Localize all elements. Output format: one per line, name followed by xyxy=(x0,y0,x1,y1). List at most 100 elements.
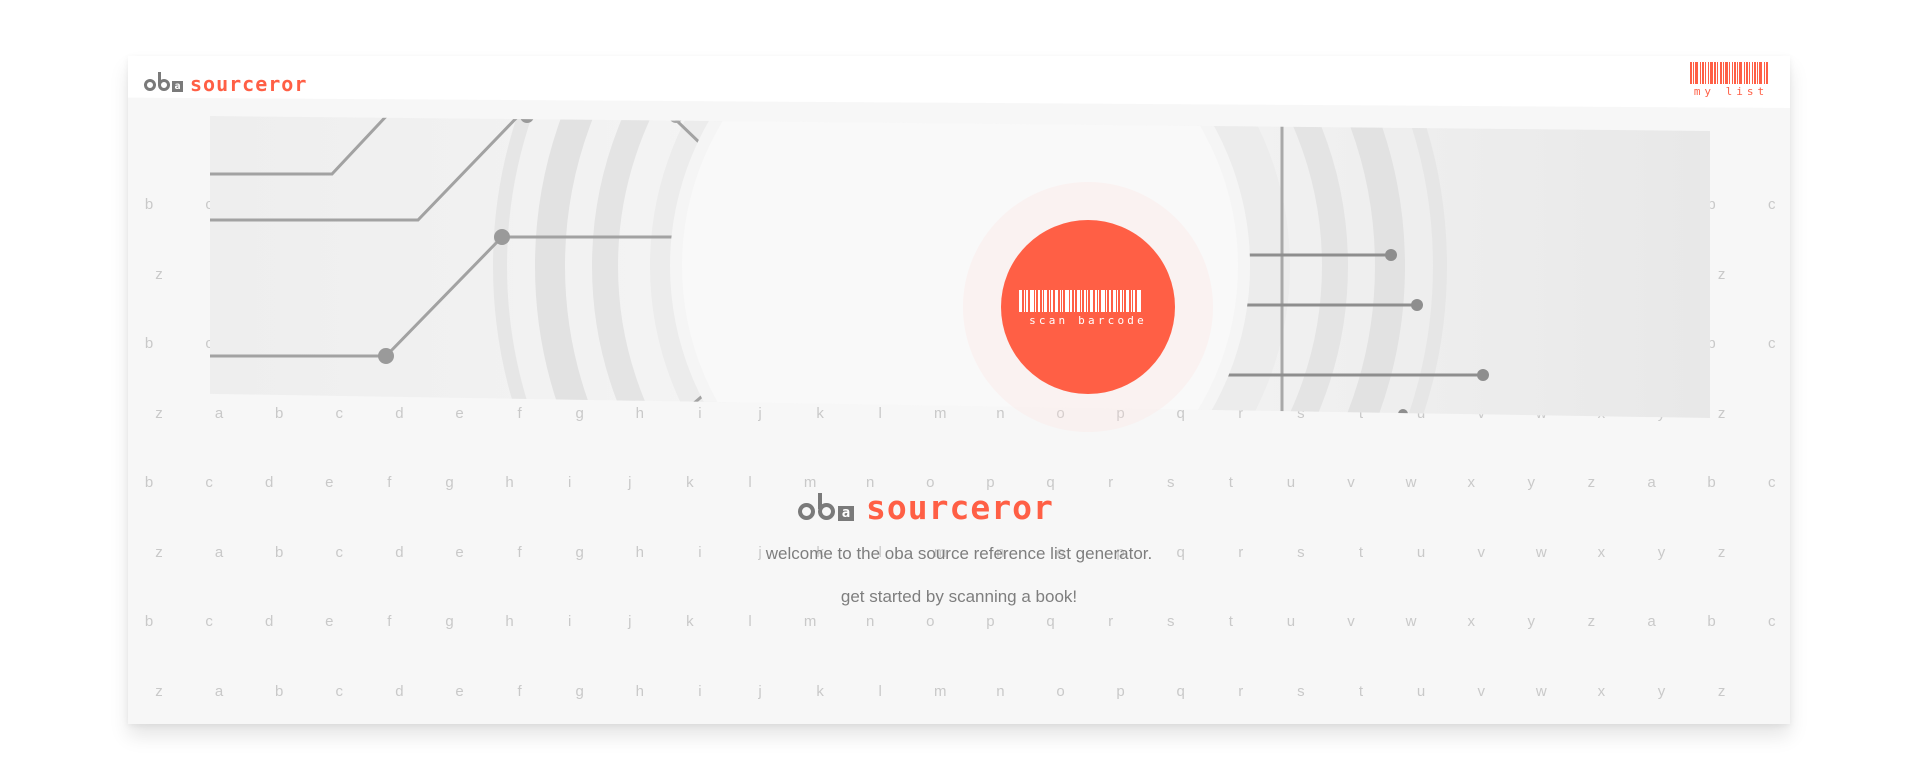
background-letter: z xyxy=(155,405,163,422)
circuit-illustration xyxy=(210,116,1489,418)
background-letter: v xyxy=(1477,683,1485,700)
background-letter: h xyxy=(635,683,644,700)
background-letter: m xyxy=(934,405,947,422)
background-letter: n xyxy=(866,613,875,630)
barcode-icon xyxy=(1019,290,1155,312)
background-letter: c xyxy=(1767,613,1776,630)
background-letter: j xyxy=(758,683,762,700)
background-letter: o xyxy=(1056,683,1065,700)
background-letter: d xyxy=(265,474,274,491)
background-letter: w xyxy=(1405,613,1417,630)
scan-barcode-button[interactable]: scan barcode xyxy=(1001,220,1175,394)
background-letter: b xyxy=(1707,474,1716,491)
background-letter: z xyxy=(1717,405,1726,422)
background-letter: t xyxy=(1228,613,1233,630)
background-letter: f xyxy=(517,683,522,700)
background-letter: k xyxy=(816,683,824,700)
background-letter: h xyxy=(635,405,644,422)
background-letter: b xyxy=(144,196,154,213)
background-letter: f xyxy=(517,405,522,422)
background-letter: e xyxy=(455,683,464,700)
background-letter: d xyxy=(265,613,274,630)
background-letter: d xyxy=(395,683,404,700)
background-letter: z xyxy=(1717,683,1726,700)
background-letter: k xyxy=(686,613,694,630)
background-letter: k xyxy=(816,405,824,422)
background-letter: c xyxy=(1767,335,1776,352)
background-letter: b xyxy=(275,405,284,422)
my-list-button[interactable]: my list xyxy=(1690,62,1772,98)
background-letter: e xyxy=(325,613,334,630)
my-list-label: my list xyxy=(1693,85,1769,98)
background-letter: a xyxy=(214,405,224,422)
background-letter: z xyxy=(1587,613,1596,630)
background-letter: a xyxy=(1647,613,1656,630)
background-letter: r xyxy=(1108,613,1114,630)
background-letter: i xyxy=(568,474,572,491)
background-letter: g xyxy=(575,405,584,422)
background-letter: t xyxy=(1228,474,1233,491)
call-to-action-text: get started by scanning a book! xyxy=(840,587,1078,606)
background-letter: q xyxy=(1046,613,1055,630)
background-letter: z xyxy=(1587,474,1596,491)
background-letter: a xyxy=(214,683,224,700)
background-letter: i xyxy=(698,405,702,422)
welcome-text: welcome to the oba source reference list… xyxy=(765,544,1153,563)
background-letter: v xyxy=(1347,474,1355,491)
background-letter: u xyxy=(1416,683,1426,700)
background-letter: u xyxy=(1286,613,1296,630)
background-letter: w xyxy=(1405,474,1417,491)
background-letter: p xyxy=(1116,683,1125,700)
background-letter: x xyxy=(1467,613,1475,630)
background-letter: l xyxy=(748,613,752,630)
background-letter: o xyxy=(926,613,935,630)
background-letter: a xyxy=(1647,474,1656,491)
background-letter: u xyxy=(1286,474,1296,491)
background-letter: y xyxy=(1527,474,1536,491)
background-letter: n xyxy=(996,683,1005,700)
background-letter: c xyxy=(335,683,344,700)
background-letter: f xyxy=(387,474,392,491)
background-letter: m xyxy=(803,613,817,630)
main-logo: a sourceror xyxy=(798,484,1054,524)
background-letter: b xyxy=(144,474,154,491)
oba-logo-mark: a xyxy=(798,490,860,524)
background-letter: s xyxy=(1297,683,1305,700)
background-letter: y xyxy=(1657,683,1666,700)
background-letter: v xyxy=(1347,613,1355,630)
background-letter: r xyxy=(1238,683,1244,700)
background-letter: r xyxy=(1108,474,1114,491)
background-letter: b xyxy=(1707,613,1716,630)
letter-row: bcdefghijklmnopqrstuvwxyzabc xyxy=(128,613,1790,633)
hero-banner xyxy=(210,116,1710,418)
background-letter: t xyxy=(1358,683,1364,700)
header-logo[interactable]: a sourceror xyxy=(144,70,307,94)
background-letter: c xyxy=(1767,474,1776,491)
header-brand-name: sourceror xyxy=(190,72,308,96)
background-letter: z xyxy=(155,266,163,283)
background-letter: b xyxy=(144,613,154,630)
background-letter: b xyxy=(144,335,154,352)
background-letter: p xyxy=(986,613,995,630)
main-brand-name: sourceror xyxy=(866,488,1054,527)
scan-barcode-label: scan barcode xyxy=(1029,314,1147,327)
background-letter: d xyxy=(395,405,404,422)
background-letter: q xyxy=(1176,683,1185,700)
background-letter: z xyxy=(155,683,163,700)
background-letter: e xyxy=(455,405,464,422)
background-letter: f xyxy=(387,613,392,630)
barcode-icon xyxy=(1690,62,1772,84)
background-letter: g xyxy=(575,683,584,700)
background-letter: s xyxy=(1166,613,1175,630)
background-letter: x xyxy=(1467,474,1475,491)
background-letter: h xyxy=(505,613,514,630)
background-letter: c xyxy=(335,405,344,422)
app-window: b c d e f g h i j k l m n o p q r s t u v w x y z a b c z a b c d e f g h i j k… xyxy=(128,56,1790,724)
background-letter: j xyxy=(628,474,632,491)
background-letter: i xyxy=(568,613,572,630)
background-letter: l xyxy=(748,474,752,491)
background-letter: g xyxy=(445,474,454,491)
background-letter: k xyxy=(686,474,694,491)
background-letter: c xyxy=(205,613,213,630)
background-letter: y xyxy=(1527,613,1536,630)
